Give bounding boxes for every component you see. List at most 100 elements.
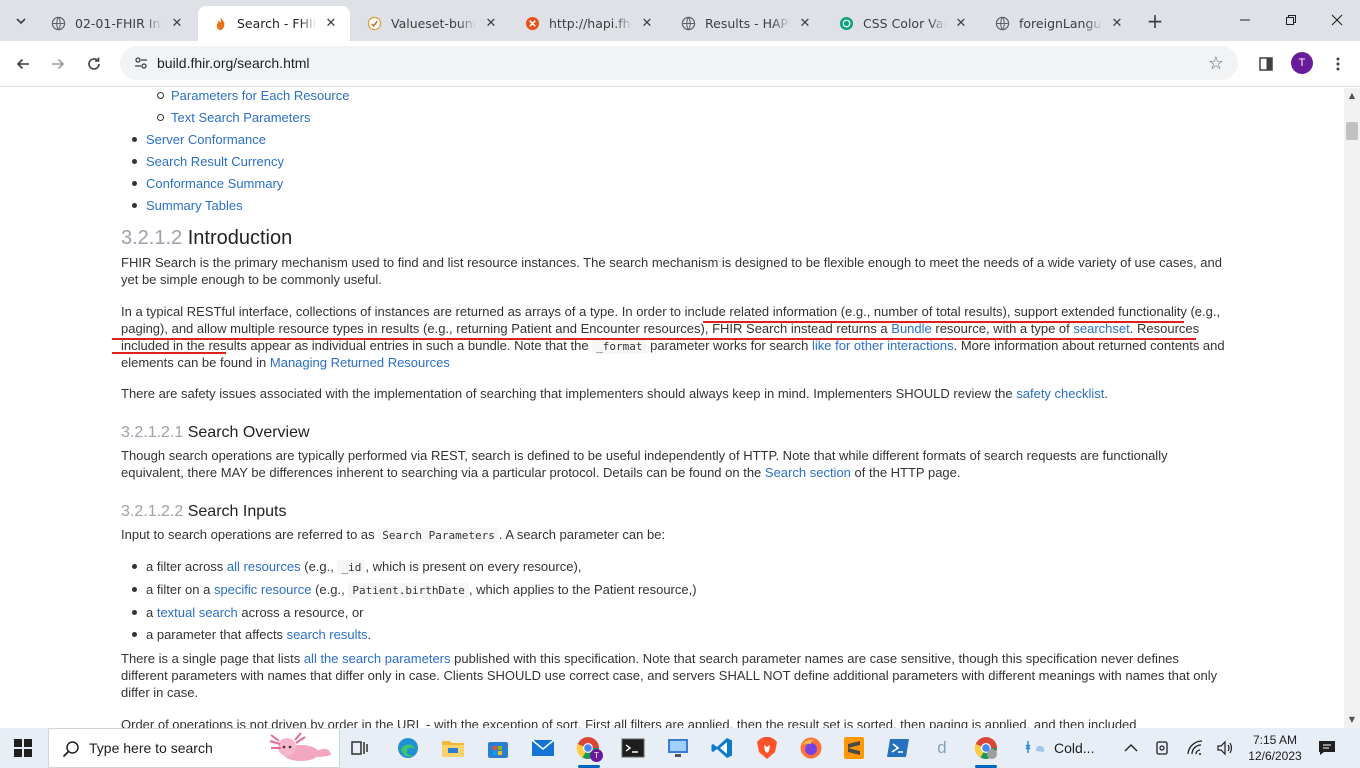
- search-section-link[interactable]: Search section: [765, 465, 851, 480]
- close-window-icon[interactable]: [1314, 0, 1360, 40]
- tab-search-chevron-icon[interactable]: [8, 8, 34, 34]
- side-panel-icon[interactable]: [1251, 49, 1281, 79]
- text: a: [146, 604, 157, 620]
- close-tab-icon[interactable]: ✕: [168, 15, 186, 33]
- firefox-icon[interactable]: [797, 734, 825, 762]
- close-tab-icon[interactable]: ✕: [482, 15, 500, 33]
- brave-icon[interactable]: [753, 734, 781, 762]
- text: of the HTTP page.: [850, 464, 961, 480]
- notifications-icon[interactable]: [1318, 728, 1336, 768]
- toc-item-summary-tables[interactable]: Summary Tables: [132, 195, 284, 217]
- safety-checklist-link[interactable]: safety checklist: [1016, 386, 1104, 401]
- address-bar[interactable]: build.fhir.org/search.html ☆: [120, 46, 1238, 80]
- close-tab-icon[interactable]: ✕: [796, 15, 814, 33]
- bookmark-star-icon[interactable]: ☆: [1206, 53, 1226, 74]
- toc-link[interactable]: Server Conformance: [146, 132, 266, 147]
- windows-start-icon[interactable]: [14, 739, 32, 757]
- store-icon[interactable]: [484, 734, 512, 762]
- profile-avatar[interactable]: T: [1291, 52, 1313, 74]
- tab-css-color[interactable]: CSS Color Variables ✕: [824, 6, 980, 41]
- tab-title: foreignLanguage: [1019, 16, 1102, 31]
- file-explorer-icon[interactable]: [439, 734, 467, 762]
- clock-time: 7:15 AM: [1252, 733, 1298, 747]
- forward-button[interactable]: [43, 49, 73, 79]
- section-title: Search Inputs: [187, 503, 287, 520]
- globe-icon: [994, 16, 1010, 32]
- show-hidden-icons-chevron-icon[interactable]: [1124, 728, 1138, 768]
- close-tab-icon[interactable]: ✕: [638, 15, 656, 33]
- mail-icon[interactable]: [529, 734, 557, 762]
- task-view-icon[interactable]: [346, 734, 374, 762]
- tab-fhir-intro[interactable]: 02-01-FHIR Intro ✕: [36, 6, 196, 41]
- all-search-parameters-link[interactable]: all the search parameters: [304, 651, 451, 666]
- terminal-icon[interactable]: [619, 734, 647, 762]
- scroll-thumb[interactable]: [1346, 122, 1358, 140]
- toc-link[interactable]: Parameters for Each Resource: [171, 88, 349, 103]
- tab-results-hapi[interactable]: Results - HAPI FHIR ✕: [666, 6, 824, 41]
- url-text: build.fhir.org/search.html: [157, 55, 310, 71]
- toc-link[interactable]: Conformance Summary: [146, 176, 283, 191]
- toc-item-result-currency[interactable]: Search Result Currency: [132, 151, 284, 173]
- text: (e.g.,: [311, 581, 349, 597]
- taskbar: Type here to search T d Cold... 7:15 AM …: [0, 728, 1360, 768]
- tab-hapi-fhir[interactable]: http://hapi.fhir.org ✕: [510, 6, 666, 41]
- toc-link[interactable]: Summary Tables: [146, 198, 243, 213]
- toc-link[interactable]: Text Search Parameters: [171, 110, 310, 125]
- chrome-profile-icon[interactable]: [972, 734, 1000, 762]
- edge-icon[interactable]: [394, 734, 422, 762]
- toc-item-server-conformance[interactable]: Server Conformance: [132, 129, 284, 151]
- taskbar-search-box[interactable]: Type here to search: [48, 728, 340, 768]
- overview-paragraph: Though search operations are typically p…: [121, 448, 1226, 482]
- clock-date: 12/6/2023: [1248, 749, 1302, 763]
- toc-link[interactable]: Search Result Currency: [146, 154, 284, 169]
- restore-icon[interactable]: [1268, 0, 1314, 40]
- minimize-icon[interactable]: [1222, 0, 1268, 40]
- powershell-icon[interactable]: [884, 734, 912, 762]
- d-app-icon[interactable]: d: [928, 734, 956, 762]
- volume-icon[interactable]: [1216, 728, 1234, 768]
- search-icon: [62, 741, 79, 758]
- tab-valueset-bundle[interactable]: Valueset-bundle ✕: [352, 6, 510, 41]
- reload-button[interactable]: [79, 49, 109, 79]
- searchset-link[interactable]: searchset: [1073, 321, 1129, 336]
- chrome-icon[interactable]: T: [574, 734, 603, 762]
- page-scrollbar[interactable]: ▲ ▼: [1344, 88, 1360, 728]
- close-tab-icon[interactable]: ✕: [322, 15, 340, 33]
- bundle-link[interactable]: Bundle: [891, 321, 931, 336]
- weather-icon: [1025, 741, 1045, 753]
- clock[interactable]: 7:15 AM 12/6/2023: [1248, 732, 1302, 764]
- toc-item-text-search[interactable]: Text Search Parameters: [156, 107, 349, 129]
- text: Input to search operations are referred …: [121, 527, 379, 542]
- vpn-icon[interactable]: [1154, 728, 1170, 768]
- globe-icon: [680, 16, 696, 32]
- site-info-icon[interactable]: [132, 54, 150, 72]
- section-title: Introduction: [187, 227, 293, 249]
- search-results-link[interactable]: search results: [287, 627, 368, 642]
- close-tab-icon[interactable]: ✕: [952, 15, 970, 33]
- specific-resource-link[interactable]: specific resource: [214, 582, 312, 597]
- text: (e.g.,: [300, 559, 338, 574]
- tab-search-fhir[interactable]: Search - FHIR v5.0.0 ✕: [198, 6, 350, 41]
- sublime-text-icon[interactable]: [840, 734, 868, 762]
- toc-item-conformance-summary[interactable]: Conformance Summary: [132, 173, 284, 195]
- all-resources-link[interactable]: all resources: [227, 559, 301, 574]
- format-code: _format: [592, 338, 647, 354]
- new-tab-button[interactable]: +: [1142, 8, 1168, 34]
- weather-widget[interactable]: Cold...: [1022, 728, 1094, 768]
- search-parameters-code: Search Parameters: [378, 528, 499, 543]
- tab-foreign-language[interactable]: foreignLanguage ✕: [980, 6, 1136, 41]
- section-number: 3.2.1.2: [121, 227, 183, 249]
- back-button[interactable]: [8, 49, 38, 79]
- wifi-icon[interactable]: [1186, 728, 1204, 768]
- toc-item-parameters-each-resource[interactable]: Parameters for Each Resource: [156, 88, 349, 107]
- textual-search-link[interactable]: textual search: [157, 605, 238, 620]
- scroll-up-icon[interactable]: ▲: [1348, 92, 1356, 100]
- remote-desktop-icon[interactable]: [664, 734, 692, 762]
- tab-title: Results - HAPI FHIR: [705, 16, 790, 31]
- managing-returned-resources-link[interactable]: Managing Returned Resources: [270, 355, 450, 370]
- vscode-icon[interactable]: [708, 734, 736, 762]
- close-tab-icon[interactable]: ✕: [1108, 15, 1126, 33]
- text: Though search operations are typically p…: [121, 448, 1168, 480]
- more-menu-icon[interactable]: [1323, 49, 1353, 79]
- scroll-down-icon[interactable]: ▼: [1348, 716, 1356, 724]
